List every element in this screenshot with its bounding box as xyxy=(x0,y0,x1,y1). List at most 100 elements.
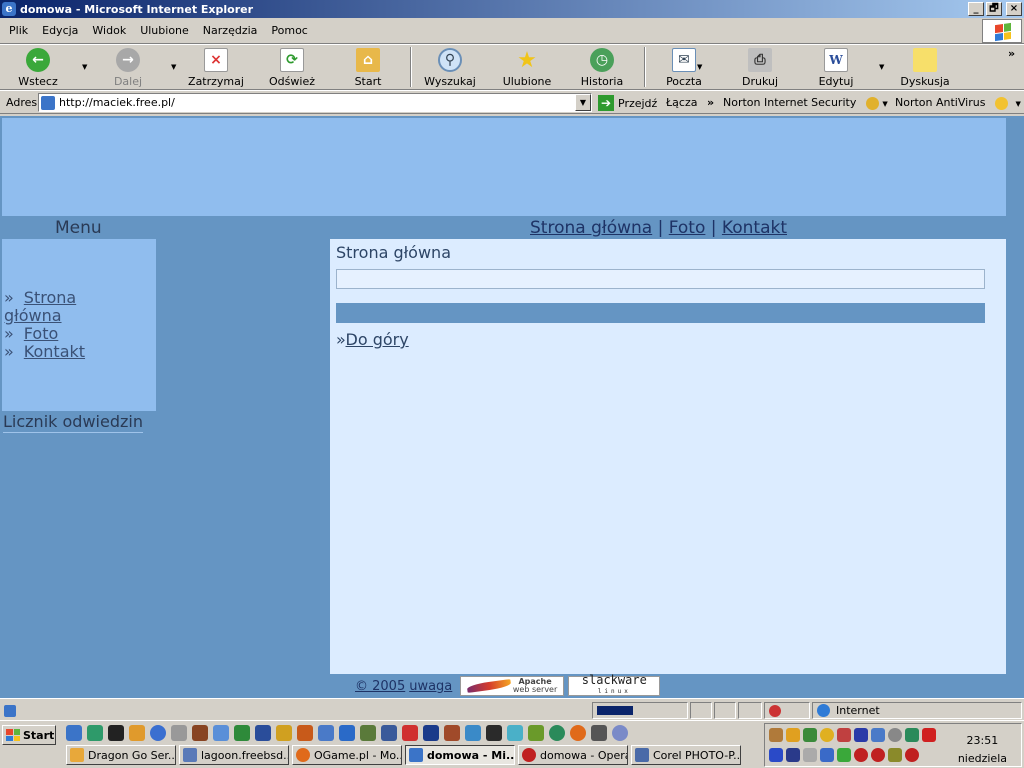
search-button[interactable]: ⚲ Wyszukaj xyxy=(420,48,480,88)
tray-icon[interactable] xyxy=(786,748,800,762)
task-lagoon[interactable]: lagoon.freebsd... xyxy=(179,745,289,765)
tray-icon[interactable] xyxy=(769,728,783,742)
sidebar-item-contact[interactable]: » Kontakt xyxy=(4,343,85,361)
norton-antivirus-button[interactable]: Norton AntiVirus ▼ xyxy=(895,96,1021,110)
bluetooth-icon[interactable] xyxy=(769,748,783,762)
slackware-badge[interactable]: slackware linux xyxy=(568,674,661,696)
menu-tools[interactable]: Narzędzia xyxy=(196,24,265,37)
address-input[interactable] xyxy=(59,96,559,109)
quicklaunch-icon[interactable] xyxy=(339,725,355,741)
back-to-top-link[interactable]: Do góry xyxy=(346,330,409,349)
menu-favorites[interactable]: Ulubione xyxy=(133,24,196,37)
address-field[interactable]: ▼ xyxy=(38,93,592,112)
quicklaunch-icon[interactable] xyxy=(423,725,439,741)
quicklaunch-icon[interactable] xyxy=(507,725,523,741)
quicklaunch-icon[interactable] xyxy=(171,725,187,741)
tray-icon[interactable] xyxy=(905,728,919,742)
forward-button[interactable]: → Dalej xyxy=(98,48,158,88)
norton-security-button[interactable]: Norton Internet Security ▼ xyxy=(723,96,888,110)
refresh-button[interactable]: ⟳ Odśwież xyxy=(262,48,322,88)
quicklaunch-icon[interactable] xyxy=(444,725,460,741)
popup-blocker-icon[interactable] xyxy=(764,702,810,719)
nav-link-home[interactable]: Strona główna xyxy=(530,218,652,238)
quicklaunch-icon[interactable] xyxy=(549,725,565,741)
tray-icon[interactable] xyxy=(871,748,885,762)
tray-icon[interactable] xyxy=(922,728,936,742)
media-player-icon[interactable] xyxy=(150,725,166,741)
quicklaunch-icon[interactable] xyxy=(213,725,229,741)
minimize-button[interactable]: _ xyxy=(968,2,984,16)
quicklaunch-icon[interactable] xyxy=(486,725,502,741)
back-button[interactable]: ← Wstecz xyxy=(8,48,68,88)
back-to-top[interactable]: »Do góry xyxy=(336,330,409,349)
quicklaunch-icon[interactable] xyxy=(276,725,292,741)
norton-security-dropdown-icon[interactable]: ▼ xyxy=(882,100,887,108)
close-button[interactable]: × xyxy=(1006,2,1022,16)
firefox-icon[interactable] xyxy=(570,725,586,741)
task-ogame[interactable]: OGame.pl - Mo... xyxy=(292,745,402,765)
sidebar-item-home[interactable]: » Strona główna xyxy=(4,289,76,325)
tray-icon[interactable] xyxy=(820,748,834,762)
window-titlebar[interactable]: e domowa - Microsoft Internet Explorer _… xyxy=(0,0,1024,18)
restore-button[interactable]: 🗗 xyxy=(986,2,1002,16)
sidebar-item-home-line1[interactable]: Strona xyxy=(24,288,76,307)
quicklaunch-icon[interactable] xyxy=(129,725,145,741)
norton-antivirus-dropdown-icon[interactable]: ▼ xyxy=(1015,100,1020,108)
quicklaunch-icon[interactable] xyxy=(318,725,334,741)
tray-icon[interactable] xyxy=(888,748,902,762)
quicklaunch-icon[interactable] xyxy=(87,725,103,741)
task-domowa-opera[interactable]: domowa - Opera xyxy=(518,745,628,765)
quicklaunch-icon[interactable] xyxy=(591,725,607,741)
tray-icon[interactable] xyxy=(803,728,817,742)
sidebar-item-home-line2[interactable]: główna xyxy=(4,306,62,325)
quicklaunch-icon[interactable] xyxy=(360,725,376,741)
start-button[interactable]: Start xyxy=(2,725,56,745)
toolbar-more-icon[interactable]: » xyxy=(1008,47,1015,60)
stop-button[interactable]: × Zatrzymaj xyxy=(186,48,246,88)
favorites-button[interactable]: ★ Ulubione xyxy=(497,48,557,89)
mail-dropdown-icon[interactable]: ▼ xyxy=(697,63,702,71)
page-viewport[interactable]: Menu Strona główna | Foto | Kontakt » Str… xyxy=(0,116,1024,698)
history-button[interactable]: ◷ Historia xyxy=(572,48,632,88)
menu-view[interactable]: Widok xyxy=(85,24,133,37)
menu-help[interactable]: Pomoc xyxy=(264,24,314,37)
print-button[interactable]: ⎙ Drukuj xyxy=(730,48,790,88)
task-dragon-go[interactable]: Dragon Go Ser... xyxy=(66,745,176,765)
back-dropdown-icon[interactable]: ▼ xyxy=(82,63,87,71)
tray-icon[interactable] xyxy=(837,748,851,762)
tray-icon[interactable] xyxy=(820,728,834,742)
links-button[interactable]: Łącza » xyxy=(666,96,714,109)
excel-icon[interactable] xyxy=(234,725,250,741)
quicklaunch-icon[interactable] xyxy=(465,725,481,741)
apache-badge[interactable]: Apache web server xyxy=(460,676,565,696)
ie-quicklaunch-icon[interactable] xyxy=(66,725,82,741)
word-icon[interactable] xyxy=(255,725,271,741)
home-button[interactable]: ⌂ Start xyxy=(338,48,398,88)
quicklaunch-icon[interactable] xyxy=(612,725,628,741)
console-icon[interactable] xyxy=(108,725,124,741)
system-clock[interactable]: 23:51 niedziela xyxy=(958,732,1007,768)
go-button[interactable]: ➔ Przejdź xyxy=(598,95,657,111)
task-corel[interactable]: Corel PHOTO-P... xyxy=(631,745,741,765)
quicklaunch-icon[interactable] xyxy=(297,725,313,741)
copyright-link[interactable]: © 2005 xyxy=(355,679,405,694)
tray-icon[interactable] xyxy=(888,728,902,742)
tray-icon[interactable] xyxy=(905,748,919,762)
edit-button[interactable]: W Edytuj xyxy=(806,48,866,88)
nav-link-contact[interactable]: Kontakt xyxy=(722,218,787,238)
tray-icon[interactable] xyxy=(803,748,817,762)
sidebar-item-photo[interactable]: » Foto xyxy=(4,325,58,343)
quicklaunch-icon[interactable] xyxy=(381,725,397,741)
tray-icon[interactable] xyxy=(786,728,800,742)
menu-file[interactable]: Plik xyxy=(0,24,35,37)
task-domowa-ie[interactable]: domowa - Mi... xyxy=(405,745,515,765)
uwaga-link[interactable]: uwaga xyxy=(409,679,452,694)
sidebar-item-contact-label[interactable]: Kontakt xyxy=(24,342,85,361)
tray-icon[interactable] xyxy=(837,728,851,742)
mail-button[interactable]: ✉ Poczta xyxy=(654,48,714,88)
menu-edit[interactable]: Edycja xyxy=(35,24,85,37)
tray-icon[interactable] xyxy=(854,728,868,742)
volume-icon[interactable] xyxy=(871,728,885,742)
forward-dropdown-icon[interactable]: ▼ xyxy=(171,63,176,71)
address-dropdown-icon[interactable]: ▼ xyxy=(575,94,591,111)
